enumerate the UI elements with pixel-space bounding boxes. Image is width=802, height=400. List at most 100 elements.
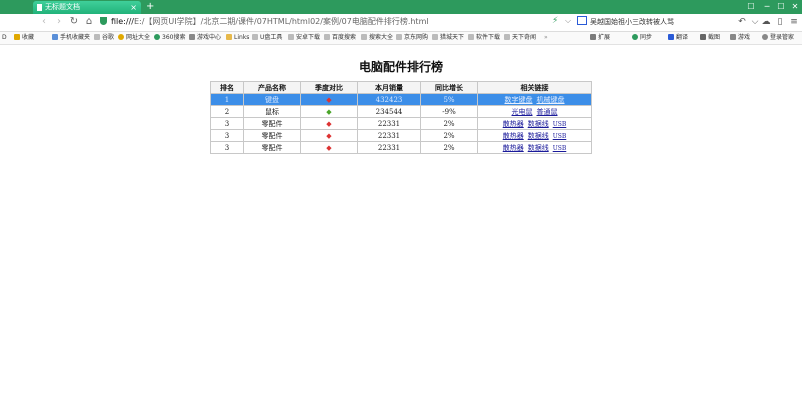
bookmark-item[interactable]: 软件下载 [468,32,500,44]
page-icon [504,34,510,40]
bookmark-item[interactable]: 猎城天下 [432,32,464,44]
menu-icon[interactable]: ≡ [788,16,800,28]
page-icon [396,34,402,40]
bookmark-toggle-icon[interactable]: D [2,32,7,44]
product-name-cell: 零配件 [243,117,301,130]
maximize-button[interactable]: ☐ [774,0,788,14]
links-cell: 散热器 数据线 USB [477,129,592,142]
diamond-icon: ◆ [326,119,332,128]
usb-link[interactable]: USB [553,121,567,128]
table-header-row: 排名 产品名称 季度对比 本月销量 同比增长 相关链接 [210,81,592,94]
monthly-sales-cell: 22331 [357,117,421,130]
monthly-sales-cell: 22331 [357,141,421,154]
links-cell: 散热器 数据线 USB [477,117,592,130]
product-link[interactable]: 数据线 [528,144,549,152]
bookmark-item[interactable]: 游戏中心 [189,32,221,44]
tab-close-button[interactable]: × [130,1,137,14]
page-icon [432,34,438,40]
product-link[interactable]: 数据线 [528,132,549,140]
undo-icon[interactable]: ↶ [736,16,748,28]
rank-cell: 1 [210,93,244,106]
nav-toolbar: ‹ › ↻ ⌂ file:///E:/【网页UI学院】/北京二期/课件/07HT… [0,14,802,32]
column-header: 季度对比 [300,81,358,94]
nav-icon [118,34,124,40]
product-link[interactable]: 机械键盘 [537,96,565,104]
growth-cell: 2% [420,129,478,142]
security-shield-icon [100,17,107,25]
bookmark-item[interactable]: U盘工具 [252,32,282,44]
home-icon[interactable]: ⌂ [83,16,95,28]
close-window-button[interactable]: ✕ [788,0,802,14]
sync-icon [632,34,638,40]
back-icon[interactable]: ‹ [38,16,50,28]
product-link[interactable]: 散热器 [503,120,524,128]
quarter-compare-cell: ◆ [300,129,358,142]
search-text: 吴越国始祖小三改转被人骂 [590,18,674,26]
links-cell: 光电鼠 普通鼠 [477,105,592,118]
quarter-compare-cell: ◆ [300,141,358,154]
bookmark-item[interactable]: 网址大全 [118,32,150,44]
bookmark-item[interactable]: 搜索大全 [361,32,393,44]
games-button[interactable]: 游戏 [730,32,750,44]
address-dropdown-icon[interactable]: ⌵ [565,16,571,26]
table-row: 3 零配件 ◆ 22331 2% 散热器 数据线 USB [210,141,592,154]
folder-icon [226,34,232,40]
sync-button[interactable]: 同步 [632,32,652,44]
bookmark-item[interactable]: 天下奇闻 [504,32,536,44]
product-link[interactable]: 散热器 [503,144,524,152]
bookmark-bar: D 收藏 手机收藏夹 谷歌 网址大全 360搜索 游戏中心 Links U盘工具… [0,32,802,45]
table-row: 2 鼠标 ◆ 234544 -9% 光电鼠 普通鼠 [210,105,592,118]
bookmark-item[interactable]: Links [226,32,249,44]
forward-icon[interactable]: › [53,16,65,28]
rank-cell: 3 [210,129,244,142]
product-name-cell: 鼠标 [243,105,301,118]
translate-button[interactable]: 翻译 [668,32,688,44]
tab-bar: 无标题文档 × + ☐ ─ ☐ ✕ [0,0,802,14]
bookmark-item[interactable]: 收藏 [14,32,34,44]
usb-link[interactable]: USB [553,133,567,140]
cloud-icon[interactable]: ☁ [760,16,772,28]
growth-cell: 5% [420,93,478,106]
rank-cell: 3 [210,117,244,130]
minimize-button[interactable]: ─ [760,0,774,14]
page-icon [288,34,294,40]
product-link[interactable]: 散热器 [503,132,524,140]
rank-cell: 2 [210,105,244,118]
product-link[interactable]: 光电鼠 [512,108,533,116]
phone-icon[interactable]: ▯ [774,16,786,28]
bookmark-item[interactable]: 谷歌 [94,32,114,44]
ranking-table: 排名 产品名称 季度对比 本月销量 同比增长 相关链接 1 键盘 ◆ 432423 5%… [210,81,592,154]
speed-mode-icon[interactable]: ⚡ [552,16,558,26]
usb-link[interactable]: USB [553,145,567,152]
page-title: 电脑配件排行榜 [358,60,443,74]
page-icon [324,34,330,40]
bookmark-overflow-icon[interactable]: » [544,32,548,44]
bookmark-item[interactable]: 安卓下载 [288,32,320,44]
column-header: 排名 [210,81,244,94]
bookmark-item[interactable]: 京东网购 [396,32,428,44]
tab-active[interactable]: 无标题文档 × [33,1,141,14]
new-tab-button[interactable]: + [146,0,154,14]
login-manager-button[interactable]: 登录管家 [762,32,794,44]
column-header: 本月销量 [357,81,421,94]
phone-icon [52,34,58,40]
diamond-icon: ◆ [326,95,332,104]
product-link[interactable]: 普通鼠 [537,108,558,116]
product-link[interactable]: 数字键盘 [505,96,533,104]
growth-cell: 2% [420,141,478,154]
extensions-button[interactable]: 扩展 [590,32,610,44]
column-header: 相关链接 [477,81,592,94]
bookmark-item[interactable]: 手机收藏夹 [52,32,90,44]
screenshot-button[interactable]: 截图 [700,32,720,44]
translate-icon [668,34,674,40]
bookmark-item[interactable]: 360搜索 [154,32,185,44]
address-bar[interactable]: file:///E:/【网页UI学院】/北京二期/课件/07HTML/html0… [100,16,578,28]
page-icon [468,34,474,40]
skin-button[interactable]: ☐ [744,0,758,14]
bookmark-item[interactable]: 百度搜索 [324,32,356,44]
reload-icon[interactable]: ↻ [68,16,80,28]
monthly-sales-cell: 234544 [357,105,421,118]
search-box[interactable]: 吴越国始祖小三改转被人骂 [577,16,727,28]
product-link[interactable]: 数据线 [528,120,549,128]
links-cell: 数字键盘 机械键盘 [477,93,592,106]
